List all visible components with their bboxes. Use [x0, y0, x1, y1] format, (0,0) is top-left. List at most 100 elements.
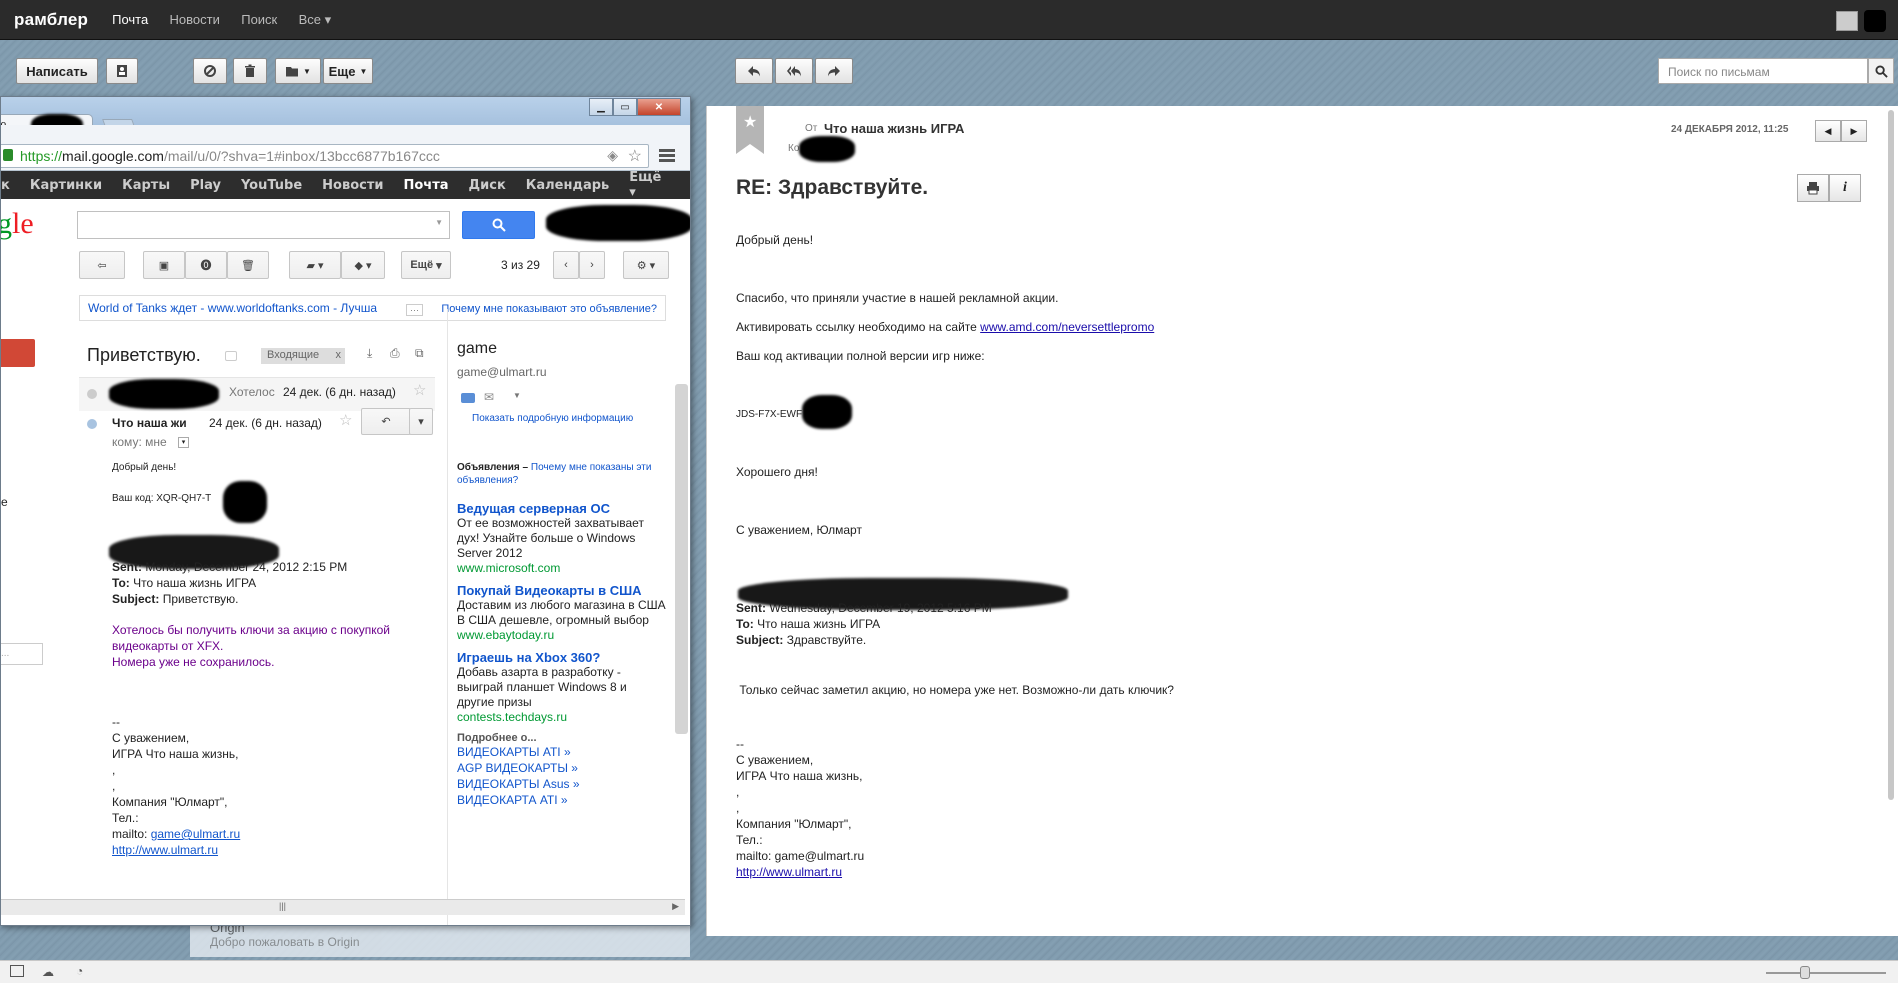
ad-item[interactable]: Играешь на Xbox 360? Добавь азарта в раз… — [457, 650, 667, 724]
window-icon[interactable] — [10, 965, 24, 977]
more-link[interactable]: ВИДЕОКАРТЫ ATI » — [457, 744, 667, 760]
from-name[interactable]: Что наша жизнь ИГРА — [824, 121, 964, 136]
cloud-icon[interactable]: ☁ — [42, 965, 54, 979]
gbar-play[interactable]: Play — [190, 178, 221, 193]
delete-button[interactable] — [233, 58, 267, 84]
gmail-search-input[interactable]: ▼ — [77, 211, 450, 239]
sig-mailto-link[interactable]: game@ulmart.ru — [151, 827, 241, 841]
important-marker-icon[interactable] — [225, 351, 237, 361]
rambler-logo[interactable]: рамблер — [14, 10, 88, 30]
gmail-search-button[interactable] — [462, 211, 535, 239]
more-link[interactable]: AGP ВИДЕОКАРТЫ » — [457, 760, 667, 776]
ad-expand[interactable]: ··· — [406, 304, 423, 316]
ad-item[interactable]: Ведущая серверная ОС От ее возможностей … — [457, 501, 667, 575]
remove-label-icon[interactable]: x — [336, 349, 342, 361]
chat-icon[interactable] — [461, 393, 475, 403]
gmail-more-button[interactable]: Ещё ▾ — [401, 251, 451, 279]
star-flag-icon[interactable]: ★ — [736, 106, 764, 154]
gbar-images[interactable]: Картинки — [30, 178, 102, 193]
newer-button[interactable]: ‹ — [553, 251, 579, 279]
spam-button[interactable] — [193, 58, 227, 84]
ulmart-link[interactable]: http://www.ulmart.ru — [736, 865, 842, 879]
nav-search[interactable]: Поиск — [241, 12, 277, 27]
ad-title[interactable]: Покупай Видеокарты в США — [457, 583, 667, 598]
reply-button[interactable] — [735, 58, 773, 84]
scroll-right-icon[interactable]: ▶ — [672, 901, 679, 912]
expand-all-icon[interactable]: ⤓ — [367, 346, 372, 361]
nav-news[interactable]: Новости — [170, 12, 220, 27]
top-ad[interactable]: World of Tanks ждет - www.worldoftanks.c… — [79, 295, 666, 321]
gmail-delete-button[interactable]: 🗑 — [227, 251, 269, 279]
page-action-icon[interactable]: ◈ — [607, 147, 618, 164]
gmail-horizontal-scrollbar[interactable]: ||| ▶ — [1, 899, 685, 915]
email-icon[interactable]: ✉ — [484, 390, 494, 404]
mail-search-input[interactable]: Поиск по письмам — [1658, 58, 1868, 84]
archive-button[interactable]: ▣ — [143, 251, 185, 279]
ad-item[interactable]: Покупай Видеокарты в США Доставим из люб… — [457, 583, 667, 642]
chevron-down-icon[interactable]: ▼ — [513, 391, 521, 400]
move-folder-button[interactable]: ▼ — [275, 58, 321, 84]
gbar-mail[interactable]: Почта — [404, 178, 449, 193]
maximize-button[interactable]: ▭ — [613, 98, 637, 116]
msg1-star-icon[interactable]: ☆ — [413, 381, 426, 399]
new-window-icon[interactable]: ⧉ — [415, 346, 424, 361]
more-button[interactable]: Еще ▼ — [323, 58, 373, 84]
gauge-icon[interactable]: ◔ — [76, 964, 83, 978]
reply-all-button[interactable] — [775, 58, 813, 84]
nav-all[interactable]: Все ▾ — [299, 12, 332, 27]
gbar-calendar[interactable]: Календарь — [526, 178, 610, 193]
settings-button[interactable]: ⚙ ▾ — [623, 251, 669, 279]
gmail-vertical-scrollbar[interactable] — [675, 384, 688, 734]
print-all-icon[interactable]: ⎙ — [390, 346, 400, 361]
older-button[interactable]: › — [579, 251, 605, 279]
forward-button[interactable] — [815, 58, 853, 84]
ad-text[interactable]: World of Tanks ждет - www.worldoftanks.c… — [88, 301, 377, 315]
next-message-button[interactable]: ▶ — [1841, 120, 1867, 142]
ad-url[interactable]: contests.techdays.ru — [457, 710, 667, 724]
zoom-slider[interactable] — [1766, 972, 1886, 974]
zoom-slider-knob[interactable] — [1800, 966, 1810, 979]
back-to-inbox-button[interactable]: ⇦ — [79, 251, 125, 279]
compose-button[interactable]: Написать — [16, 58, 98, 84]
gbar-cut-item[interactable]: к — [1, 178, 10, 193]
message-scrollbar[interactable] — [1888, 110, 1894, 800]
more-link[interactable]: ВИДЕОКАРТЫ Asus » — [457, 776, 667, 792]
info-button[interactable]: i — [1829, 174, 1861, 202]
omnibox-input[interactable]: https://mail.google.com/mail/u/0/?shva=1… — [1, 144, 649, 168]
search-button[interactable] — [1868, 58, 1894, 84]
ad-url[interactable]: www.microsoft.com — [457, 561, 667, 575]
move-to-button[interactable]: ▰ ▾ — [289, 251, 341, 279]
left-search-input[interactable]: ... — [1, 643, 43, 665]
report-spam-button[interactable]: ⓿ — [185, 251, 227, 279]
compose-button-red[interactable] — [1, 339, 35, 367]
google-logo[interactable]: gle — [1, 207, 34, 241]
bookmark-star-icon[interactable]: ☆ — [628, 146, 642, 166]
ad-url[interactable]: www.ebaytoday.ru — [457, 628, 667, 642]
contacts-button[interactable] — [106, 58, 138, 84]
sig-url-link[interactable]: http://www.ulmart.ru — [112, 843, 218, 857]
gbar-drive[interactable]: Диск — [469, 178, 506, 193]
reply-button-gmail[interactable]: ↶ — [361, 408, 411, 435]
gbar-maps[interactable]: Карты — [122, 178, 170, 193]
gbar-more[interactable]: Ещё ▾ — [629, 170, 672, 200]
msg2-to[interactable]: кому: мне — [112, 435, 167, 449]
ad-title[interactable]: Играешь на Xbox 360? — [457, 650, 667, 665]
labels-button[interactable]: ◆ ▾ — [341, 251, 385, 279]
close-window-button[interactable]: ✕ — [637, 98, 681, 116]
msg2-star-icon[interactable]: ☆ — [339, 411, 352, 429]
prev-message-button[interactable]: ◀ — [1815, 120, 1841, 142]
contact-details-link[interactable]: Показать подробную информацию — [472, 413, 633, 424]
msg2-from[interactable]: Что наша жи — [112, 416, 187, 430]
amd-promo-link[interactable]: www.amd.com/neversettlepromo — [980, 320, 1154, 334]
more-link[interactable]: ВИДЕОКАРТА ATI » — [457, 792, 667, 808]
chrome-menu-button[interactable] — [657, 147, 677, 165]
ad-title[interactable]: Ведущая серверная ОС — [457, 501, 667, 516]
gbar-youtube[interactable]: YouTube — [241, 178, 302, 193]
gbar-news[interactable]: Новости — [322, 178, 383, 193]
reply-options-button[interactable]: ▾ — [409, 408, 433, 435]
details-toggle-icon[interactable]: ▾ — [178, 437, 189, 448]
user-avatar-icon[interactable] — [1836, 11, 1858, 31]
minimize-button[interactable]: ▁ — [589, 98, 613, 116]
ad-why-link[interactable]: Почему мне показывают это объявление? — [441, 303, 657, 315]
nav-mail[interactable]: Почта — [112, 12, 148, 27]
